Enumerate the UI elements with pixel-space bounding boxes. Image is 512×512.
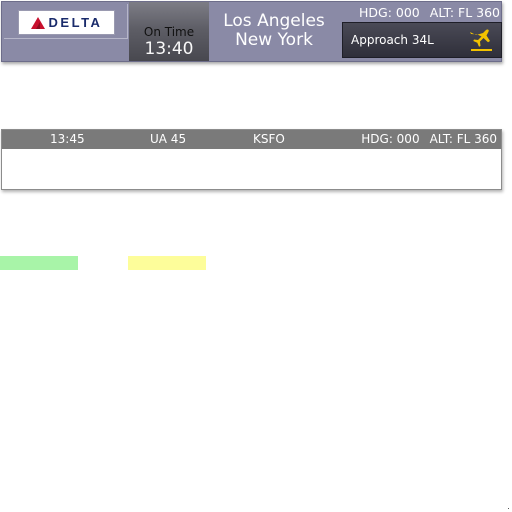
airline-name: DELTA — [48, 15, 103, 30]
airline-logo-panel: DELTA — [4, 4, 128, 39]
status-label: On Time — [143, 25, 195, 39]
strip2-flight-number: UA 45 — [150, 132, 187, 146]
altitude-value: ALT: FL 360 — [429, 5, 500, 20]
corner-dot — [508, 508, 509, 509]
status-time: 13:40 — [144, 39, 194, 59]
route: Los Angeles New York — [209, 12, 339, 50]
delta-widget-icon — [30, 16, 45, 29]
route-origin: Los Angeles — [223, 11, 325, 31]
strip2-header: 13:45 UA 45 KSFO HDG: 000 ALT: FL 360 — [2, 130, 501, 149]
status-panel: On Time 13:40 — [129, 2, 209, 61]
approach-button[interactable]: Approach 34L — [342, 22, 502, 58]
green-status-bar — [0, 256, 78, 270]
strip2-heading: HDG: 000 — [361, 132, 420, 146]
heading-value: HDG: 000 — [359, 5, 420, 20]
strip2-time: 13:45 — [50, 132, 85, 146]
approach-label: Approach 34L — [351, 33, 434, 47]
strip2-altitude: ALT: FL 360 — [429, 132, 497, 146]
strip2-destination: KSFO — [253, 132, 285, 146]
strip-left-lower-panel — [4, 39, 128, 60]
heading-altitude: HDG: 000 ALT: FL 360 — [342, 5, 500, 20]
yellow-status-bar — [128, 256, 206, 270]
airplane-landing-icon — [470, 29, 492, 51]
strip2-heading-altitude: HDG: 000 ALT: FL 360 — [361, 132, 497, 146]
flight-strip-delta[interactable]: DELTA On Time 13:40 Los Angeles New York… — [1, 1, 502, 62]
flight-strip-ua45[interactable]: 13:45 UA 45 KSFO HDG: 000 ALT: FL 360 — [1, 129, 502, 190]
route-destination: New York — [235, 30, 313, 50]
delta-logo: DELTA — [18, 10, 115, 35]
